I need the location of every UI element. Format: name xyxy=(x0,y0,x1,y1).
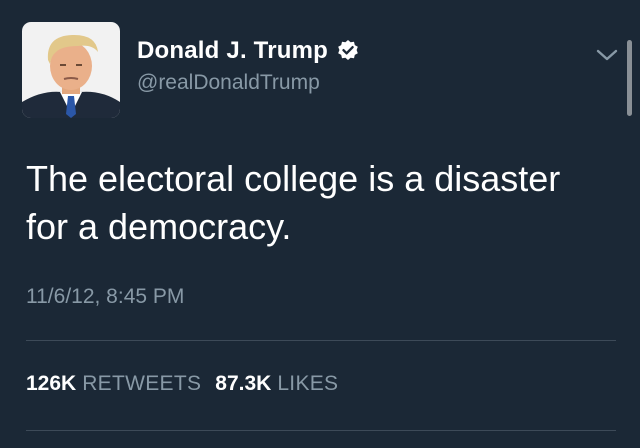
scrollbar[interactable] xyxy=(627,40,632,116)
avatar[interactable] xyxy=(22,22,120,118)
retweets-stat[interactable]: 126K RETWEETS xyxy=(26,372,201,396)
divider xyxy=(26,340,616,341)
profile-photo xyxy=(22,22,120,118)
chevron-down-icon[interactable] xyxy=(594,46,620,64)
likes-label: LIKES xyxy=(277,372,339,395)
likes-count: 87.3K xyxy=(215,372,272,395)
verified-badge-icon xyxy=(336,39,360,63)
divider xyxy=(26,430,616,431)
display-name[interactable]: Donald J. Trump xyxy=(137,37,328,65)
likes-stat[interactable]: 87.3K LIKES xyxy=(215,372,338,396)
tweet-stats: 126K RETWEETS 87.3K LIKES xyxy=(26,372,338,396)
author-row[interactable]: Donald J. Trump xyxy=(137,34,360,68)
tweet-timestamp[interactable]: 11/6/12, 8:45 PM xyxy=(26,285,184,309)
retweets-count: 126K xyxy=(26,372,77,395)
tweet-text: The electoral college is a disaster for … xyxy=(26,158,561,247)
user-handle[interactable]: @realDonaldTrump xyxy=(137,71,320,95)
tweet-detail: Donald J. Trump @realDonaldTrump The ele… xyxy=(0,0,640,448)
retweets-label: RETWEETS xyxy=(82,372,202,395)
